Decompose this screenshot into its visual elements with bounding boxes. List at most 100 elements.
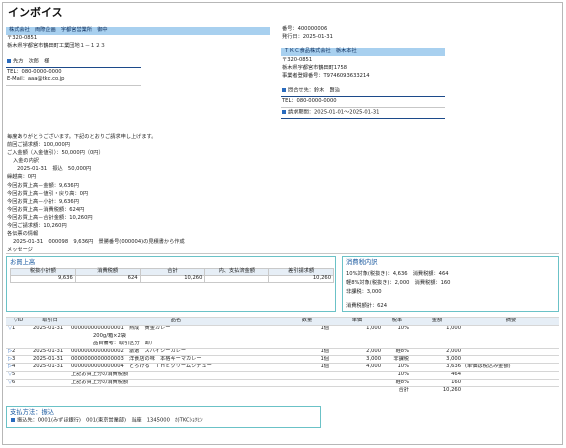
divider (281, 107, 445, 108)
row-id[interactable]: ▽6 (6, 378, 31, 387)
issue-date: 発行日：2025-01-31 (282, 34, 333, 40)
tax-panel: 消費税内訳 10%対象(税抜き)：4,636 消費税額：464 軽8%対象(税抜… (342, 256, 559, 312)
row-qty (283, 370, 331, 379)
page-title: インボイス (8, 6, 63, 19)
row-note (463, 378, 559, 387)
payment-detail-text: 振込先：0001(みずほ銀行) 001(東京営業部) 当座 1345000 ｶ)… (17, 417, 203, 424)
row-rate: 10% (383, 370, 411, 379)
purchase-value: 10,260 (139, 275, 206, 284)
row-qty (283, 378, 331, 387)
bullet-icon (282, 88, 286, 92)
recipient-email: E-Mail：aaa@tkc.co.jp (7, 76, 65, 82)
row-note (463, 370, 559, 379)
row-date (31, 378, 69, 387)
row-sub-detail: 200g/箱×2袋 (93, 332, 126, 339)
purchase-value (204, 275, 270, 284)
row-note (463, 324, 559, 333)
col-header-id[interactable]: ▽ID (6, 317, 31, 326)
issuer-contact-label: 問合せ先：鈴木 賢治 (288, 87, 340, 94)
divider (281, 118, 445, 119)
row-price: 1,000 (331, 324, 383, 333)
col-header-name: 品名 (69, 317, 283, 326)
bullet-icon (11, 418, 15, 423)
purchase-title: お買上高 (10, 259, 36, 266)
recipient-contact-label: 先方 次郎 様 (13, 58, 50, 65)
row-note: (単価は税込み金額) (463, 363, 559, 372)
table-row[interactable]: ▷2 2025-01-31 0000000000000002 激選 スパイシーカ… (6, 347, 559, 356)
divider (6, 253, 559, 254)
table-row-detail: 品目備考：取引区分 卸） (6, 341, 559, 349)
tax-line: 非課税：3,000 (346, 289, 382, 296)
issuer-contact: 問合せ先：鈴木 賢治 (282, 88, 340, 94)
message-line: ご入金額（入金値引）：50,000円（0円） (7, 150, 104, 157)
issuer-tel: TEL：080-0000-0000 (282, 98, 337, 104)
row-note (463, 347, 559, 356)
tax-title: 消費税内訳 (346, 259, 378, 266)
message-block: 毎度ありがとうございます。下記のとおりご請求申し上げます。 前回ご請求額：100… (7, 134, 307, 256)
bullet-icon (7, 59, 11, 63)
row-name: 0000000000000001 熟成 黄金カレー (69, 324, 283, 333)
row-note (463, 355, 559, 364)
row-id[interactable]: ▷3 (6, 355, 31, 364)
row-price: 3,000 (331, 355, 383, 364)
message-line: 2025-01-31 000098 9,636円 景勝番号(000004)の見積… (13, 239, 185, 246)
row-qty: 1個 (283, 363, 331, 372)
row-amount: 160 (411, 378, 463, 387)
row-rate: 軽8% (383, 378, 411, 387)
row-id-value: 3 (12, 355, 16, 362)
purchase-panel: お買上高 税抜小計額 消費税額 合計 内、支払済金額 差引請求額 9,636 6… (6, 256, 336, 312)
row-price (331, 378, 383, 387)
row-id[interactable]: ▽1 (6, 324, 31, 333)
recipient-postal: 〒320-0851 (7, 35, 38, 41)
col-header-qty: 数量 (283, 317, 331, 326)
row-amount: 464 (411, 370, 463, 379)
divider (281, 96, 445, 97)
row-id[interactable]: ▷4 (6, 363, 31, 372)
col-header-note: 摘要 (463, 317, 559, 326)
table-row[interactable]: ▷4 2025-01-31 0000000000000004 とろける ＴＨＥク… (6, 363, 559, 372)
row-id-value: 2 (12, 348, 16, 355)
row-rate: 10% (383, 324, 411, 333)
row-id[interactable]: ▷2 (6, 347, 31, 356)
row-name: 0000000000000004 とろける ＴＨＥクリームシチュー (69, 363, 283, 372)
row-rate: 軽8% (383, 347, 411, 356)
issuer-reg-no: 事業者登録番号：T9746093633214 (282, 73, 370, 79)
message-line: 今回ご請求額：10,260円 (7, 223, 67, 230)
purchase-table: 税抜小計額 消費税額 合計 内、支払済金額 差引請求額 9,636 624 10… (10, 268, 334, 284)
purchase-header: 内、支払済金額 (204, 268, 270, 277)
billing-period-label: 請求期間：2025-01-01～2025-01-31 (288, 109, 380, 116)
table-row[interactable]: ▽6 上記お買上分の消費税額 軽8% 160 (6, 378, 559, 387)
row-id-value: 5 (12, 371, 16, 378)
row-sub-detail: 品目備考：取引区分 卸） (93, 340, 156, 347)
payment-title: 支払方法：振込 (10, 409, 55, 416)
payment-detail: 振込先：0001(みずほ銀行) 001(東京営業部) 当座 1345000 ｶ)… (7, 418, 320, 424)
table-row[interactable]: ▷3 2025-01-31 0000000000000003 洋食店の味 本格キ… (6, 355, 559, 364)
table-row[interactable]: ▽1 2025-01-31 0000000000000001 熟成 黄金カレー … (6, 324, 559, 333)
row-id-value: 1 (12, 325, 16, 332)
row-id-value: 4 (12, 363, 16, 370)
bullet-icon (282, 110, 286, 114)
invoice-page: インボイス 株式会社 両際企画 宇都宮営業所 御中 〒320-0851 栃木県宇… (2, 2, 563, 445)
divider (6, 67, 141, 68)
items-header-row: ▽ID 取引日 品名 数量 単価 税率 金額 摘要 (6, 317, 559, 326)
row-price: 2,000 (331, 347, 383, 356)
row-date: 2025-01-31 (31, 347, 69, 356)
col-header-rate: 税率 (383, 317, 411, 326)
issuer-address: 栃木県宇都宮市鶴田町1758 (282, 65, 348, 71)
row-qty: 1個 (283, 355, 331, 364)
message-line: 2025-01-31 振込 50,000円 (17, 166, 92, 173)
row-id[interactable]: ▽5 (6, 370, 31, 379)
row-name: 0000000000000002 激選 スパイシーカレー (69, 347, 283, 356)
tax-line: 軽8%対象(税抜き)：2,000 消費税額：160 (346, 280, 451, 287)
row-amount: 3,000 (411, 355, 463, 364)
recipient-contact: 先方 次郎 様 (7, 59, 49, 65)
row-date: 2025-01-31 (31, 355, 69, 364)
issuer-postal: 〒320-0851 (282, 57, 313, 63)
row-price (331, 370, 383, 379)
table-row[interactable]: ▽5 上記お買上分の消費税額 10% 464 (6, 370, 559, 379)
purchase-value: 624 (74, 275, 141, 284)
payment-panel: 支払方法：振込 振込先：0001(みずほ銀行) 001(東京営業部) 当座 13… (6, 406, 321, 428)
billing-period: 請求期間：2025-01-01～2025-01-31 (282, 110, 379, 116)
row-qty: 1個 (283, 324, 331, 333)
row-name: 上記お買上分の消費税額 (69, 378, 283, 387)
